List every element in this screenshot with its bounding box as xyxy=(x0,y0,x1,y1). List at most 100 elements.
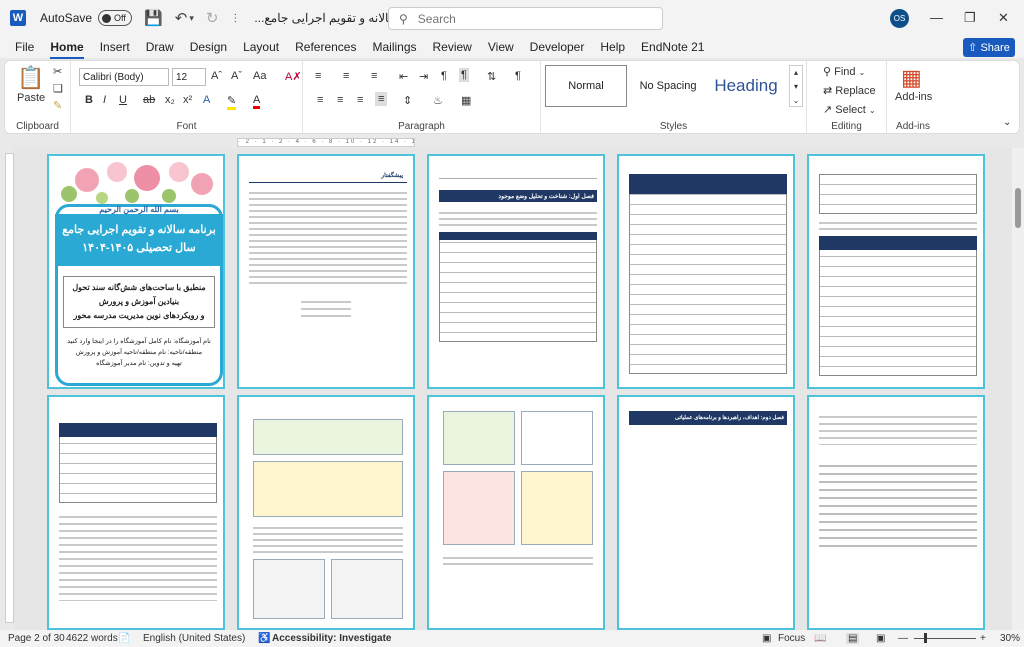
vertical-ruler[interactable] xyxy=(5,153,14,623)
align-center-icon[interactable]: ≡ xyxy=(337,94,343,106)
page-4-table[interactable] xyxy=(617,154,795,389)
redo-icon[interactable]: ↻ xyxy=(206,9,219,27)
style-no-spacing[interactable]: No Spacing xyxy=(629,65,707,107)
cut-icon[interactable]: ✂ xyxy=(53,65,62,78)
page-8-swot-grid[interactable] xyxy=(427,395,605,630)
zoom-in-icon[interactable]: + xyxy=(980,633,986,644)
tab-view[interactable]: View xyxy=(488,40,514,54)
tab-developer[interactable]: Developer xyxy=(530,40,585,54)
restore-icon[interactable]: ❐ xyxy=(964,10,976,26)
tab-file[interactable]: File xyxy=(15,40,34,54)
italic-icon[interactable]: I xyxy=(103,94,106,106)
align-right-icon[interactable]: ≡ xyxy=(357,94,363,106)
page-2-preface[interactable]: پیشگفتار xyxy=(237,154,415,389)
text-effects-icon[interactable]: A xyxy=(203,94,210,106)
save-icon[interactable]: 💾 xyxy=(144,9,163,27)
clear-formatting-icon[interactable]: A✗ xyxy=(285,70,302,83)
focus-button[interactable]: Focus xyxy=(778,633,805,644)
zoom-level[interactable]: 30% xyxy=(1000,633,1020,644)
superscript-icon[interactable]: x² xyxy=(183,94,192,106)
close-icon[interactable]: ✕ xyxy=(998,10,1009,26)
borders-icon[interactable]: ▦ xyxy=(461,94,471,107)
underline-icon[interactable]: U xyxy=(119,94,127,106)
shrink-font-icon[interactable]: Aˇ xyxy=(231,70,242,82)
tab-help[interactable]: Help xyxy=(600,40,625,54)
page-5-table[interactable] xyxy=(807,154,985,389)
page-1-cover[interactable]: بسم الله الرحمن الرحیم برنامه سالانه و ت… xyxy=(47,154,225,389)
proofing-icon[interactable]: 📄 xyxy=(118,633,130,644)
scrollbar-thumb[interactable] xyxy=(1015,188,1021,228)
tab-mailings[interactable]: Mailings xyxy=(372,40,416,54)
vertical-scrollbar[interactable] xyxy=(1012,148,1024,630)
horizontal-ruler[interactable]: · 2 · 1 · 2 · 4 · 6 · 8 · 10 · 12 · 14 ·… xyxy=(237,138,415,147)
format-painter-icon[interactable]: ✎ xyxy=(53,99,62,112)
bold-icon[interactable]: B xyxy=(85,94,93,106)
line-spacing-icon[interactable]: ⇕ xyxy=(403,94,412,107)
autosave-toggle[interactable]: Off xyxy=(98,10,133,26)
find-button[interactable]: ⚲ Find ⌄ xyxy=(823,65,865,78)
page-7-swot[interactable] xyxy=(237,395,415,630)
page-10-list[interactable] xyxy=(807,395,985,630)
increase-indent-icon[interactable]: ⇥ xyxy=(419,70,428,83)
tab-design[interactable]: Design xyxy=(190,40,227,54)
zoom-out-icon[interactable]: — xyxy=(898,633,908,644)
page-count[interactable]: Page 2 of 30 xyxy=(8,633,65,644)
tab-review[interactable]: Review xyxy=(433,40,472,54)
grow-font-icon[interactable]: Aˆ xyxy=(211,70,222,82)
language[interactable]: English (United States) xyxy=(143,633,245,644)
zoom-slider-thumb[interactable] xyxy=(924,633,927,643)
style-normal[interactable]: Normal xyxy=(545,65,627,107)
tab-endnote-21[interactable]: EndNote 21 xyxy=(641,40,704,54)
tab-home[interactable]: Home xyxy=(50,40,85,59)
paste-button[interactable]: Paste xyxy=(17,92,45,104)
print-layout-icon[interactable]: ▤ xyxy=(846,633,860,644)
decrease-indent-icon[interactable]: ⇤ xyxy=(399,70,408,83)
show-marks-icon[interactable]: ¶ xyxy=(515,70,521,82)
copy-icon[interactable]: ❏ xyxy=(53,82,63,95)
select-button[interactable]: ↗ Select ⌄ xyxy=(823,103,876,116)
customize-qat-icon[interactable]: ⋮ xyxy=(230,13,240,24)
tab-insert[interactable]: Insert xyxy=(100,40,130,54)
sort-icon[interactable]: ⇅ xyxy=(487,70,496,83)
word-count[interactable]: 4622 words xyxy=(66,633,118,644)
bullets-icon[interactable]: ≡ xyxy=(315,70,321,82)
minimize-icon[interactable]: — xyxy=(930,10,943,25)
change-case-icon[interactable]: Aa xyxy=(253,70,266,82)
rtl-direction-icon[interactable]: ¶ xyxy=(459,68,469,82)
shading-icon[interactable]: ♨ xyxy=(433,94,443,107)
style-heading[interactable]: Heading xyxy=(707,65,785,107)
font-size-combo[interactable]: 12 xyxy=(172,68,206,86)
justify-icon[interactable]: ≡ xyxy=(375,92,388,106)
paste-icon[interactable]: 📋 xyxy=(17,65,44,91)
web-layout-icon[interactable]: ▣ xyxy=(876,633,885,644)
page-9-chapter2[interactable]: فصل دوم: اهداف، راهبردها و برنامه‌های عم… xyxy=(617,395,795,630)
font-name-combo[interactable]: Calibri (Body) xyxy=(79,68,169,86)
share-button[interactable]: ⇧ Share xyxy=(963,38,1015,57)
multilevel-list-icon[interactable]: ≡ xyxy=(371,70,377,82)
page-3-chapter1[interactable]: فصل اول: شناخت و تحلیل وضع موجود xyxy=(427,154,605,389)
styles-more-icon[interactable]: ▴ ▾ ⌄ xyxy=(789,65,803,107)
highlight-icon[interactable]: ✎ xyxy=(227,94,237,110)
read-mode-icon[interactable]: 📖 xyxy=(814,633,826,644)
document-area[interactable]: بسم الله الرحمن الرحیم برنامه سالانه و ت… xyxy=(14,148,1014,630)
tab-layout[interactable]: Layout xyxy=(243,40,279,54)
tab-draw[interactable]: Draw xyxy=(146,40,174,54)
page-6-table[interactable] xyxy=(47,395,225,630)
avatar[interactable]: OS xyxy=(890,9,909,28)
undo-icon[interactable]: ↶ xyxy=(175,9,188,27)
search-input[interactable] xyxy=(417,11,618,26)
search-box[interactable]: ⚲ xyxy=(388,7,663,30)
undo-dropdown-icon[interactable]: ▾ xyxy=(189,13,194,24)
accessibility-status[interactable]: Accessibility: Investigate xyxy=(272,633,392,644)
replace-button[interactable]: ⇄ Replace xyxy=(823,84,876,97)
collapse-ribbon-icon[interactable]: ⌄ xyxy=(1003,117,1011,128)
strikethrough-icon[interactable]: ab xyxy=(143,94,155,106)
subscript-icon[interactable]: x₂ xyxy=(165,94,175,106)
ltr-direction-icon[interactable]: ¶ xyxy=(441,70,447,82)
addins-button[interactable]: Add-ins xyxy=(895,91,932,103)
align-left-icon[interactable]: ≡ xyxy=(317,94,323,106)
numbering-icon[interactable]: ≡ xyxy=(343,70,349,82)
tab-references[interactable]: References xyxy=(295,40,356,54)
addins-icon[interactable]: ▦ xyxy=(901,65,922,91)
font-color-icon[interactable]: A xyxy=(253,94,261,109)
